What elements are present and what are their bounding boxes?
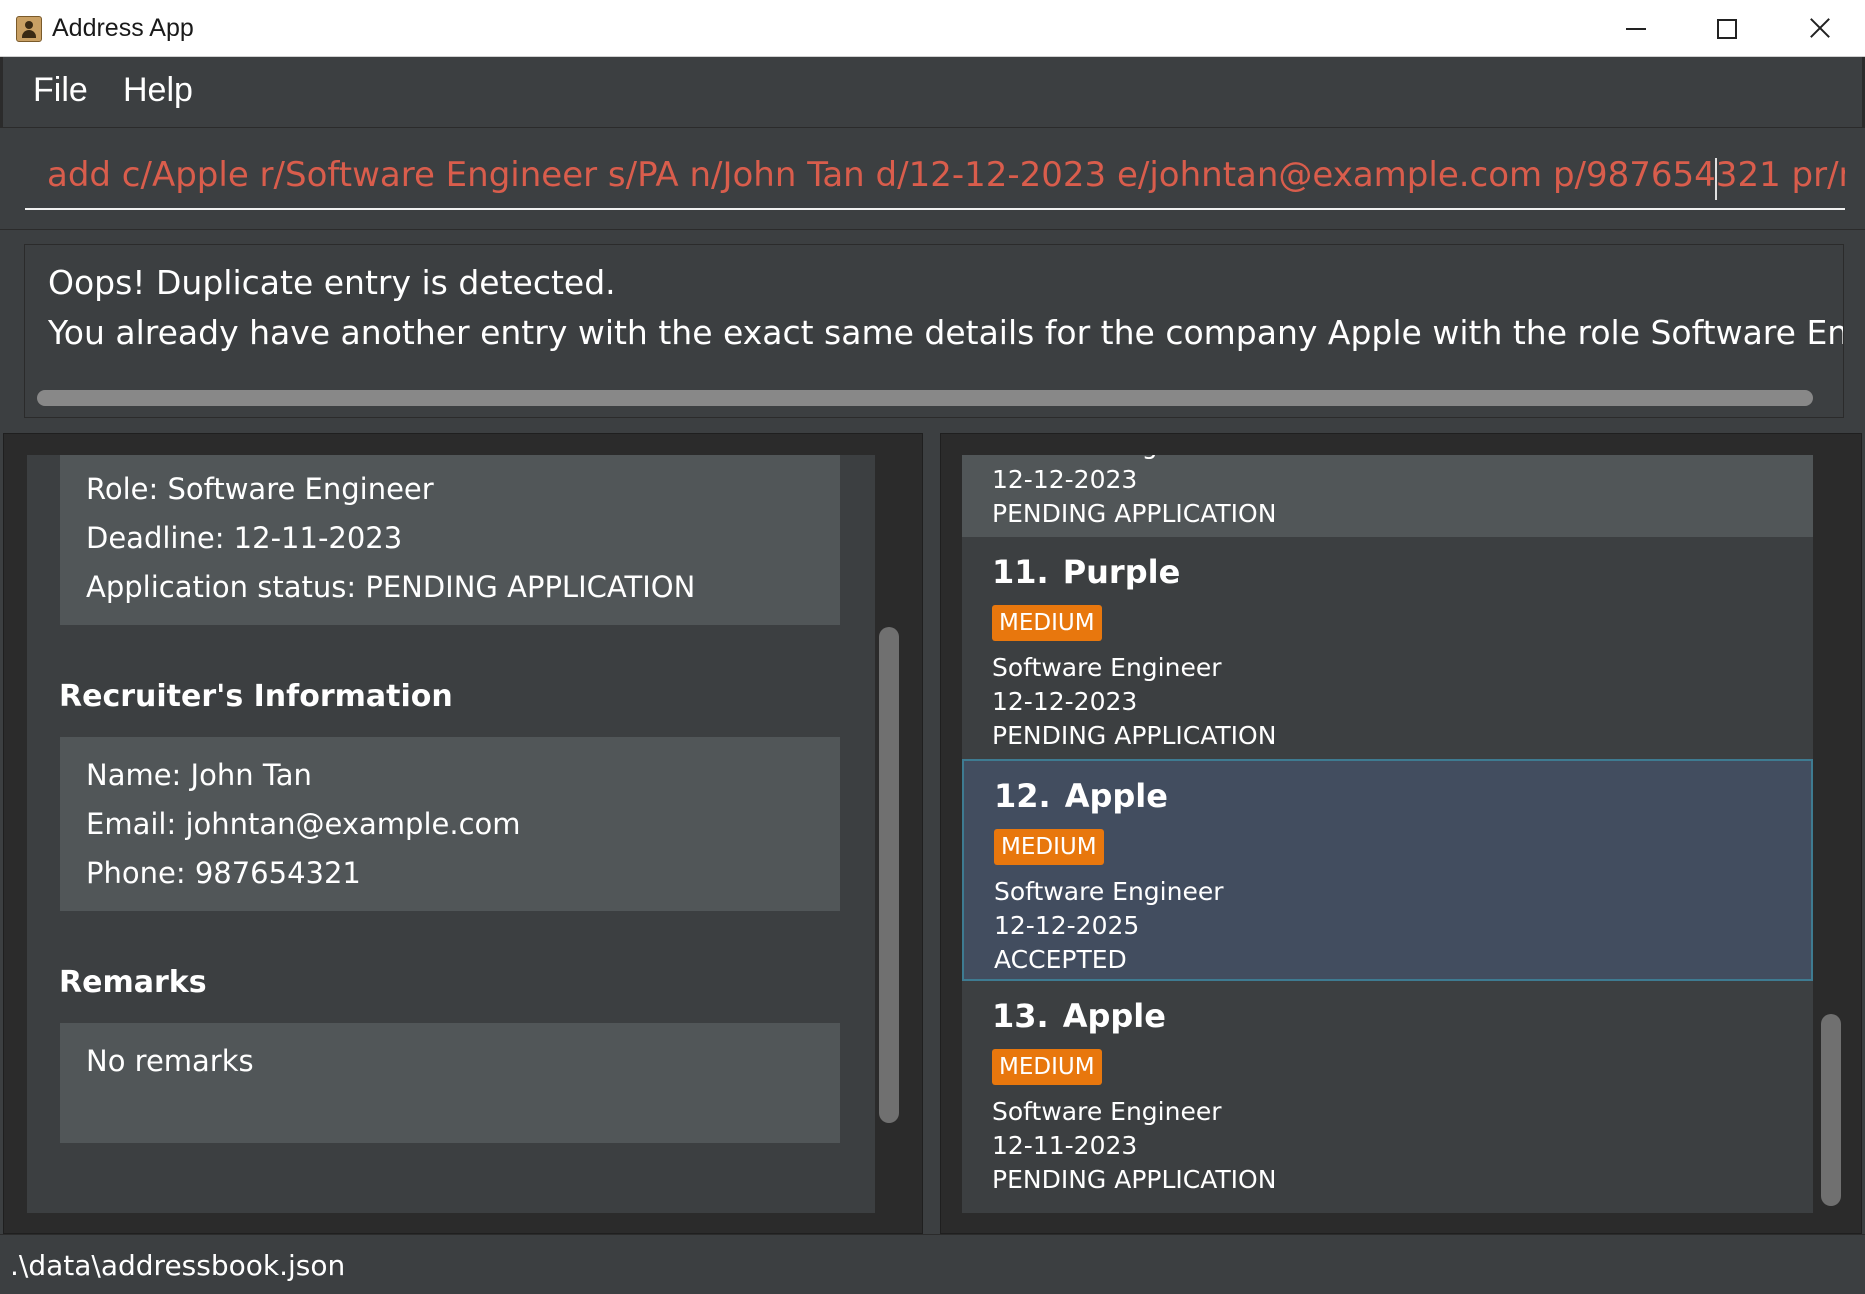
detail-vertical-scrollbar[interactable] <box>879 627 899 1123</box>
command-box <box>0 127 1865 230</box>
detail-content: Role: Software Engineer Deadline: 12-11-… <box>27 455 875 1213</box>
card-date: 12-12-2023 <box>992 687 1138 716</box>
card-index: 11. <box>992 553 1049 591</box>
remarks-text: No remarks <box>86 1044 254 1078</box>
recruiter-phone: Phone: 987654321 <box>86 856 361 890</box>
remarks-box: No remarks <box>60 1023 840 1143</box>
priority-badge: MEDIUM <box>992 605 1102 641</box>
detail-deadline: Deadline: 12-11-2023 <box>86 521 403 555</box>
list-card[interactable]: 11. Purple MEDIUM Software Engineer 12-12… <box>962 537 1813 759</box>
title-bar: Address App <box>0 0 1865 57</box>
menu-file[interactable]: File <box>33 71 88 110</box>
menu-help[interactable]: Help <box>123 71 193 110</box>
detail-role: Role: Software Engineer <box>86 472 434 506</box>
detail-status: Application status: PENDING APPLICATION <box>86 570 696 604</box>
result-message-detail: You already have another entry with the … <box>48 313 1843 352</box>
card-index: 13. <box>992 997 1049 1035</box>
card-title: 11. Purple <box>992 553 1180 591</box>
list-card-selected[interactable]: 12. Apple MEDIUM Software Engineer 12-12-… <box>962 759 1813 981</box>
window-title: Address App <box>52 14 194 42</box>
application-info-box: Role: Software Engineer Deadline: 12-11-… <box>60 455 840 625</box>
command-input[interactable] <box>25 142 1845 210</box>
remarks-heading: Remarks <box>59 965 207 1000</box>
minimize-button[interactable] <box>1590 0 1680 57</box>
list-vertical-scrollbar[interactable] <box>1821 1014 1841 1206</box>
status-bar: .\data\addressbook.json <box>0 1234 1865 1294</box>
priority-badge: MEDIUM <box>994 829 1104 865</box>
recruiter-name: Name: John Tan <box>86 758 312 792</box>
list-card-partial[interactable]: Software Engineer 12-12-2023 PENDING APP… <box>962 455 1813 537</box>
priority-badge: MEDIUM <box>992 1049 1102 1085</box>
card-title: 13. Apple <box>992 997 1166 1035</box>
card-date: 12-11-2023 <box>992 1131 1138 1160</box>
application-list-panel: Software Engineer 12-12-2023 PENDING APP… <box>940 433 1862 1234</box>
card-date: 12-12-2023 <box>992 465 1138 494</box>
text-caret <box>1715 158 1717 200</box>
card-status: PENDING APPLICATION <box>992 721 1277 750</box>
address-book-icon <box>16 16 42 42</box>
save-file-path: .\data\addressbook.json <box>10 1249 346 1282</box>
card-status: ACCEPTED <box>994 945 1127 974</box>
card-company: Apple <box>1064 777 1168 815</box>
maximize-button[interactable] <box>1681 0 1771 57</box>
card-company: Purple <box>1062 553 1181 591</box>
card-company: Apple <box>1062 997 1166 1035</box>
menu-bar: File Help <box>0 57 1865 127</box>
horizontal-scrollbar[interactable] <box>37 390 1813 406</box>
application-list: Software Engineer 12-12-2023 PENDING APP… <box>962 455 1813 1213</box>
card-date: 12-12-2025 <box>994 911 1140 940</box>
list-card[interactable]: 13. Apple MEDIUM Software Engineer 12-11-… <box>962 981 1813 1203</box>
recruiter-info-box: Name: John Tan Email: johntan@example.co… <box>60 737 840 911</box>
close-button[interactable] <box>1773 0 1863 57</box>
recruiter-heading: Recruiter's Information <box>59 679 453 714</box>
result-message-title: Oops! Duplicate entry is detected. <box>48 263 616 302</box>
card-role: Software Engineer <box>994 877 1224 906</box>
card-role: Software Engineer <box>992 653 1222 682</box>
card-role: Software Engineer <box>992 1097 1222 1126</box>
card-status: PENDING APPLICATION <box>992 499 1277 528</box>
card-index: 12. <box>994 777 1051 815</box>
result-display: Oops! Duplicate entry is detected. You a… <box>24 244 1844 418</box>
card-status: PENDING APPLICATION <box>992 1165 1277 1194</box>
detail-panel: Role: Software Engineer Deadline: 12-11-… <box>3 433 923 1234</box>
recruiter-email: Email: johntan@example.com <box>86 807 521 841</box>
card-title: 12. Apple <box>994 777 1168 815</box>
card-role: Software Engineer <box>992 455 1222 460</box>
